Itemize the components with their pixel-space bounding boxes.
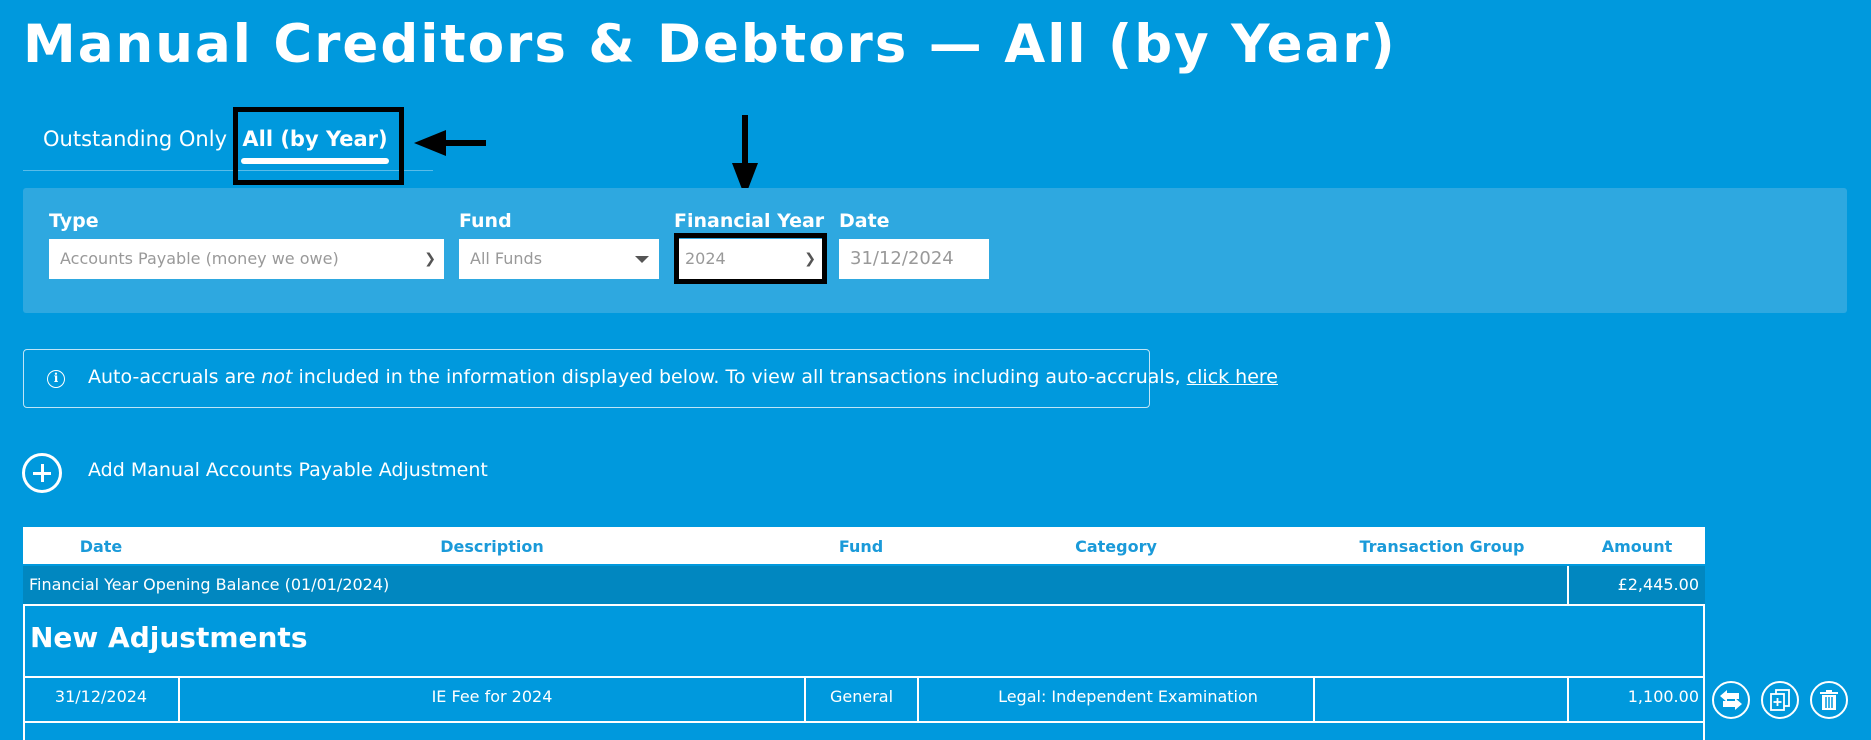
cell-date: 31/12/2024 [54, 687, 148, 706]
type-label: Type [49, 210, 99, 232]
arrow-down-annotation [732, 115, 758, 197]
click-here-link[interactable]: click here [1187, 366, 1278, 388]
column-header-description[interactable]: Description [179, 527, 805, 566]
filter-panel: Type Accounts Payable (money we owe) ❯ F… [23, 188, 1847, 313]
chevron-down-icon: ❯ [424, 251, 436, 267]
fund-select-value: All Funds [470, 249, 543, 268]
tab-bar: Outstanding Only All (by Year) [23, 108, 433, 171]
tab-outstanding-only[interactable]: Outstanding Only [43, 108, 227, 170]
add-adjustment-button[interactable]: Add Manual Accounts Payable Adjustment [88, 459, 488, 481]
type-select[interactable]: Accounts Payable (money we owe) ❯ [49, 239, 444, 279]
cell-transaction-group [1315, 678, 1567, 721]
column-header-fund[interactable]: Fund [805, 527, 917, 566]
info-text-after: included in the information displayed be… [292, 366, 1187, 388]
page-title: Manual Creditors & Debtors — All (by Yea… [23, 14, 1397, 75]
fund-label: Fund [459, 210, 512, 232]
fund-select[interactable]: All Funds [459, 239, 659, 279]
column-header-amount[interactable]: Amount [1569, 527, 1705, 566]
cell-fund: General [829, 687, 894, 706]
chevron-down-icon: ❯ [804, 251, 816, 267]
info-text: Auto-accruals are not included in the in… [88, 366, 1278, 388]
date-label: Date [839, 210, 890, 232]
financial-year-select-value: 2024 [685, 249, 726, 268]
info-text-before: Auto-accruals are [88, 366, 262, 388]
cell-category: Legal: Independent Examination [998, 687, 1258, 706]
financial-year-select[interactable]: 2024 ❯ [674, 239, 824, 279]
active-tab-indicator [241, 158, 389, 164]
type-select-value: Accounts Payable (money we owe) [60, 249, 339, 268]
column-divider [1567, 566, 1569, 604]
opening-balance-amount: £2,445.00 [1617, 575, 1699, 594]
date-input[interactable]: 31/12/2024 [839, 239, 989, 279]
info-notice: i Auto-accruals are not included in the … [23, 349, 1278, 408]
financial-year-label: Financial Year [674, 210, 825, 232]
arrow-left-annotation [414, 130, 486, 156]
opening-balance-row: Financial Year Opening Balance (01/01/20… [23, 566, 1705, 606]
trash-icon[interactable] [1810, 681, 1848, 719]
opening-balance-label: Financial Year Opening Balance (01/01/20… [29, 575, 390, 594]
swap-icon[interactable] [1712, 681, 1750, 719]
cell-amount: 1,100.00 [1627, 687, 1699, 706]
add-circle-icon[interactable] [22, 453, 62, 493]
info-icon: i [47, 370, 65, 388]
adjustments-table: Date Description Fund Category Transacti… [23, 527, 1705, 740]
column-header-category[interactable]: Category [917, 527, 1315, 566]
info-text-emphasis: not [261, 366, 293, 388]
cell-description: IE Fee for 2024 [431, 687, 553, 706]
caret-down-icon [635, 256, 649, 263]
tab-all-by-year[interactable]: All (by Year) [235, 108, 395, 170]
column-header-date[interactable]: Date [23, 527, 179, 566]
table-header: Date Description Fund Category Transacti… [23, 527, 1705, 566]
column-header-transaction-group[interactable]: Transaction Group [1315, 527, 1569, 566]
duplicate-icon[interactable] [1761, 681, 1799, 719]
section-title: New Adjustments [30, 621, 308, 654]
table-row[interactable]: 31/12/2024 IE Fee for 2024 General Legal… [23, 676, 1705, 723]
tab-all-by-year-label: All (by Year) [242, 127, 388, 151]
